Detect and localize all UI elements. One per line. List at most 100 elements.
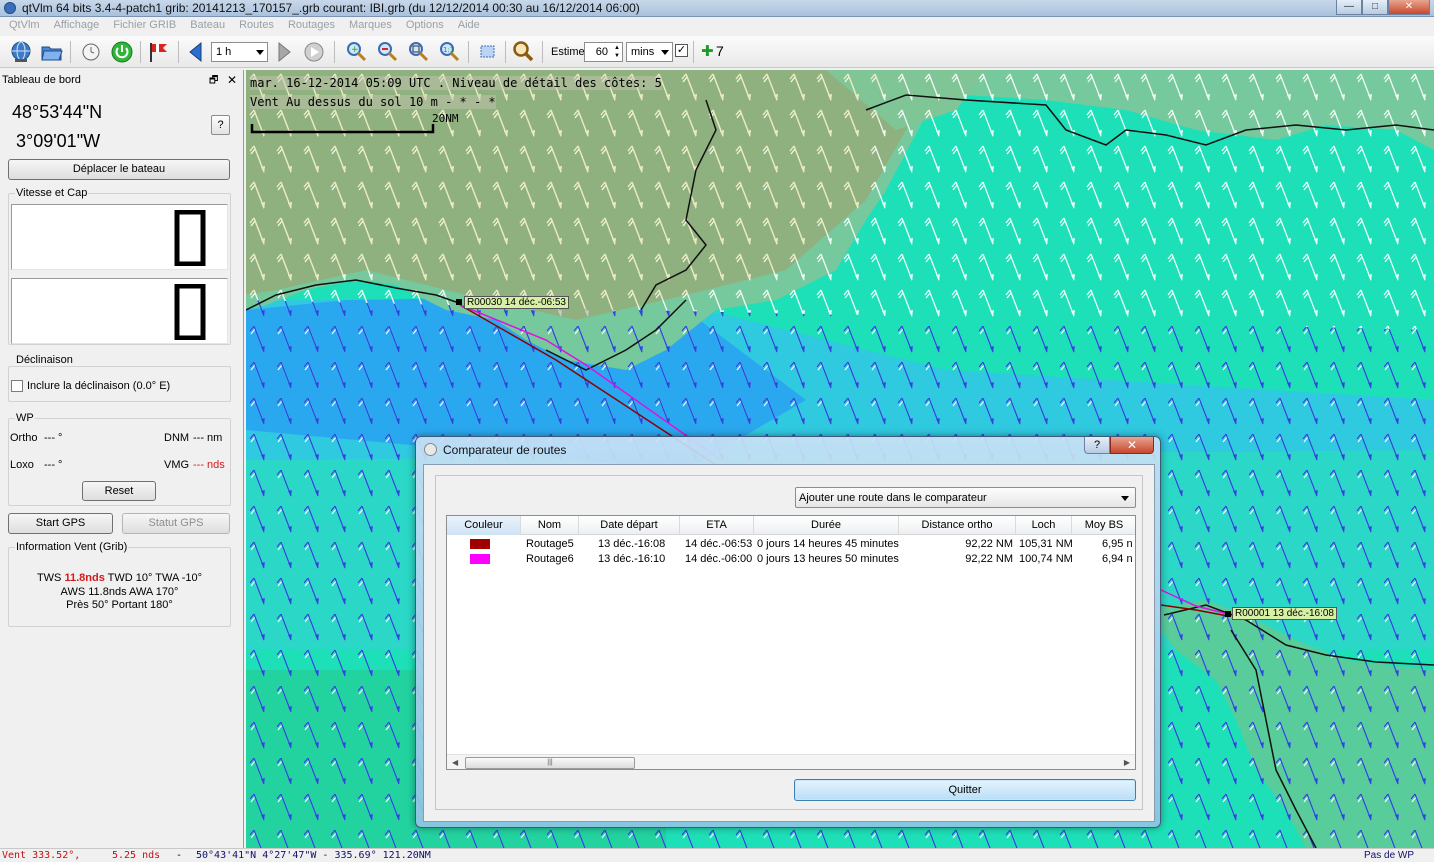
power-icon[interactable] bbox=[110, 40, 134, 64]
heading-digit-graphic bbox=[174, 284, 206, 340]
wind-line-3: Près 50° Portant 180° bbox=[66, 599, 173, 611]
zoom-in-icon[interactable]: + bbox=[344, 40, 368, 64]
col-nom[interactable]: Nom bbox=[521, 516, 579, 535]
globe-icon[interactable] bbox=[9, 40, 33, 64]
menu-marques[interactable]: Marques bbox=[342, 17, 399, 36]
dialog-body: Ajouter une route dans le comparateur Co… bbox=[423, 464, 1155, 822]
route-start-label[interactable]: R00001 13 déc.-16:08 bbox=[1232, 607, 1337, 620]
help-button[interactable]: ? bbox=[211, 115, 230, 135]
chevron-down-icon bbox=[256, 50, 264, 55]
route-duree: 0 jours 13 heures 50 minutes bbox=[757, 553, 899, 565]
col-loch[interactable]: Loch bbox=[1016, 516, 1072, 535]
menu-options[interactable]: Options bbox=[399, 17, 451, 36]
add-route-combo[interactable]: Ajouter une route dans le comparateur bbox=[795, 487, 1136, 508]
signal-flag-icon[interactable] bbox=[147, 40, 171, 64]
dialog-close-button[interactable]: ✕ bbox=[1110, 437, 1154, 454]
route-end-label[interactable]: R00030 14 déc.-06:53 bbox=[464, 296, 569, 309]
reset-button[interactable]: Reset bbox=[82, 481, 156, 501]
play-icon[interactable] bbox=[302, 40, 326, 64]
close-window-button[interactable]: ✕ bbox=[1388, 0, 1430, 15]
route-depart: 13 déc.-16:08 bbox=[598, 538, 666, 550]
declinaison-checkbox-label: Inclure la déclinaison (0.0° E) bbox=[27, 380, 171, 392]
next-step-icon[interactable] bbox=[272, 40, 296, 64]
col-eta[interactable]: ETA bbox=[680, 516, 754, 535]
route-loch: 100,74 NM bbox=[1019, 553, 1073, 565]
search-icon[interactable] bbox=[511, 40, 535, 64]
estime-spinbox[interactable]: 60 ▲ ▼ bbox=[584, 42, 623, 62]
add-route-combo-label: Ajouter une route dans le comparateur bbox=[799, 492, 987, 504]
move-boat-button[interactable]: Déplacer le bateau bbox=[8, 159, 230, 180]
menu-aide[interactable]: Aide bbox=[451, 17, 487, 36]
col-couleur[interactable]: Couleur bbox=[447, 516, 521, 535]
heading-display: 0 bbox=[11, 278, 228, 344]
table-row[interactable]: Routage5 13 déc.-16:08 14 déc.-06:53 0 j… bbox=[447, 537, 1135, 552]
chevron-down-icon bbox=[1121, 496, 1129, 501]
menu-routes[interactable]: Routes bbox=[232, 17, 281, 36]
close-icon[interactable]: ✕ bbox=[227, 73, 237, 87]
start-gps-button[interactable]: Start GPS bbox=[8, 513, 113, 534]
svg-text:1:1: 1:1 bbox=[443, 46, 454, 54]
dialog-title: Comparateur de routes bbox=[443, 443, 567, 457]
map-date-info: mar. 16-12-2014 05:09 UTC . Niveau de dé… bbox=[250, 76, 662, 90]
menu-affichage[interactable]: Affichage bbox=[47, 17, 107, 36]
spin-arrows-icon[interactable]: ▲ ▼ bbox=[614, 44, 620, 60]
route-ortho: 92,22 NM bbox=[965, 553, 1013, 565]
status-gps-button[interactable]: Statut GPS bbox=[122, 513, 230, 534]
table-horizontal-scrollbar[interactable]: ◀ ||| ▶ bbox=[447, 754, 1135, 769]
scroll-left-icon[interactable]: ◀ bbox=[452, 758, 458, 767]
dnm-value: --- nm bbox=[193, 432, 223, 444]
table-header: Couleur Nom Date départ ETA Durée Distan… bbox=[447, 516, 1135, 535]
previous-step-icon[interactable] bbox=[184, 40, 208, 64]
dialog-help-button[interactable]: ? bbox=[1084, 437, 1110, 454]
estime-unit-value: mins bbox=[631, 46, 655, 58]
menu-bateau[interactable]: Bateau bbox=[183, 17, 232, 36]
title-bar: qtVlm 64 bits 3.4-4-patch1 grib: 2014121… bbox=[0, 0, 1434, 17]
step-select[interactable]: 1 h bbox=[211, 42, 268, 62]
col-distance-ortho[interactable]: Distance ortho bbox=[899, 516, 1016, 535]
col-date-depart[interactable]: Date départ bbox=[579, 516, 680, 535]
dashboard-title: Tableau de bord bbox=[2, 74, 81, 86]
menu-qtvlm[interactable]: QtVlm bbox=[2, 17, 47, 36]
zoom-out-icon[interactable] bbox=[375, 40, 399, 64]
zoom-reset-icon[interactable]: 1:1 bbox=[437, 40, 461, 64]
estime-checkbox[interactable]: ✓ bbox=[675, 44, 688, 57]
estime-value: 60 bbox=[595, 46, 608, 58]
table-row[interactable]: Routage6 13 déc.-16:10 14 déc.-06:00 0 j… bbox=[447, 552, 1135, 567]
wind-info-label: Information Vent (Grib) bbox=[15, 541, 129, 553]
col-duree[interactable]: Durée bbox=[754, 516, 899, 535]
quit-button[interactable]: Quitter bbox=[794, 779, 1136, 801]
selection-icon[interactable] bbox=[476, 40, 500, 64]
toolbar: 1 h + 1:1 Estime 60 ▲ ▼ mins ✓ ✚ 7 bbox=[0, 36, 1434, 68]
estime-unit-select[interactable]: mins bbox=[626, 42, 673, 62]
float-icon[interactable]: 🗗 bbox=[209, 73, 218, 90]
clock-icon[interactable] bbox=[79, 40, 103, 64]
zoom-fit-icon[interactable] bbox=[406, 40, 430, 64]
route-table: Couleur Nom Date départ ETA Durée Distan… bbox=[446, 515, 1136, 770]
scrollbar-thumb[interactable]: ||| bbox=[465, 757, 635, 769]
status-waypoint: Pas de WP bbox=[1364, 850, 1415, 861]
route-duree: 0 jours 14 heures 45 minutes bbox=[757, 538, 899, 550]
ortho-value: --- ° bbox=[44, 432, 63, 444]
scroll-right-icon[interactable]: ▶ bbox=[1124, 758, 1130, 767]
route-color-swatch[interactable] bbox=[470, 554, 490, 564]
open-folder-icon[interactable] bbox=[40, 40, 64, 64]
status-speed: 5.25 nds bbox=[112, 850, 161, 861]
status-separator: - bbox=[176, 850, 183, 861]
declinaison-checkbox[interactable] bbox=[11, 380, 23, 392]
col-moy-bs[interactable]: Moy BS bbox=[1072, 516, 1135, 535]
route-moy: 6,94 n bbox=[1102, 553, 1133, 565]
route-color-swatch[interactable] bbox=[470, 539, 490, 549]
menu-routages[interactable]: Routages bbox=[281, 17, 342, 36]
vmg-label: VMG bbox=[164, 459, 190, 471]
maximize-button[interactable]: □ bbox=[1362, 0, 1388, 15]
dnm-label: DNM bbox=[164, 432, 190, 444]
minimize-button[interactable]: — bbox=[1336, 0, 1362, 15]
add-icon[interactable]: ✚ bbox=[701, 42, 714, 60]
route-eta: 14 déc.-06:53 bbox=[685, 538, 753, 550]
declinaison-label: Déclinaison bbox=[15, 354, 74, 366]
menu-fichier-grib[interactable]: Fichier GRIB bbox=[106, 17, 183, 36]
route-moy: 6,95 n bbox=[1102, 538, 1133, 550]
wind-line-1: TWS 11.8nds TWD 10° TWA -10° bbox=[36, 572, 203, 584]
estime-label: Estime bbox=[551, 46, 585, 58]
loxo-value: --- ° bbox=[44, 459, 63, 471]
